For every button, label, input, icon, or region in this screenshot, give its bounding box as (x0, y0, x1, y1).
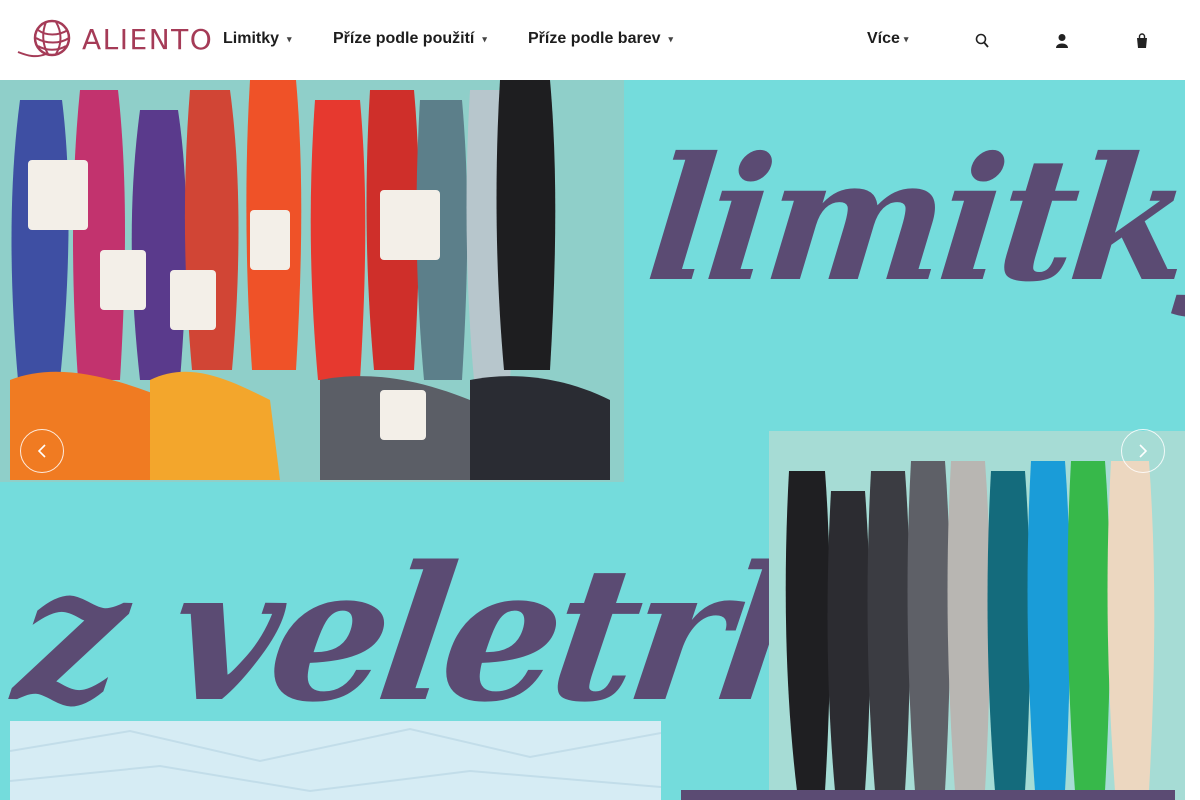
promo-bar (681, 790, 1175, 800)
site-logo[interactable]: ALIENTO (16, 18, 213, 60)
chevron-left-icon (37, 444, 46, 458)
nav-item-limitky[interactable]: Limitky ▾ (223, 30, 292, 48)
user-icon[interactable] (1055, 33, 1069, 49)
nav-item-prize-podle-barev[interactable]: Příze podle barev ▾ (528, 30, 673, 48)
yarn-ball-logo-icon (17, 19, 71, 58)
mini-skeins-photo (769, 431, 1185, 800)
chevron-down-icon: ▾ (482, 33, 487, 44)
nav-item-label: Příze podle barev (528, 30, 661, 47)
page: ALIENTO Limitky ▾ Příze podle použití ▾ … (0, 0, 1200, 800)
slider-prev-button[interactable] (20, 429, 64, 473)
cart-icon[interactable] (1135, 33, 1149, 49)
site-header: ALIENTO Limitky ▾ Příze podle použití ▾ … (0, 0, 1185, 80)
nav-item-label: Více (867, 30, 900, 47)
chevron-down-icon: ▾ (668, 33, 674, 44)
banner-headline-line1: limitky (639, 120, 1185, 320)
slider-next-button[interactable] (1121, 429, 1165, 473)
nav-item-label: Limitky (223, 30, 280, 47)
promo-card-image (10, 721, 661, 800)
nav-item-prize-podle-pouziti[interactable]: Příze podle použití ▾ (333, 30, 487, 48)
nav-item-vice[interactable]: Více ▾ (867, 30, 908, 48)
chevron-right-icon (1139, 444, 1148, 458)
search-icon[interactable] (975, 33, 989, 49)
yarn-skeins-photo (0, 80, 624, 482)
chevron-down-icon: ▾ (287, 33, 292, 44)
brand-name: ALIENTO (82, 22, 214, 56)
chevron-down-icon: ▾ (903, 33, 909, 44)
hero-banner: limitky z veletrhu (0, 80, 1185, 800)
nav-item-label: Příze podle použití (333, 30, 475, 47)
